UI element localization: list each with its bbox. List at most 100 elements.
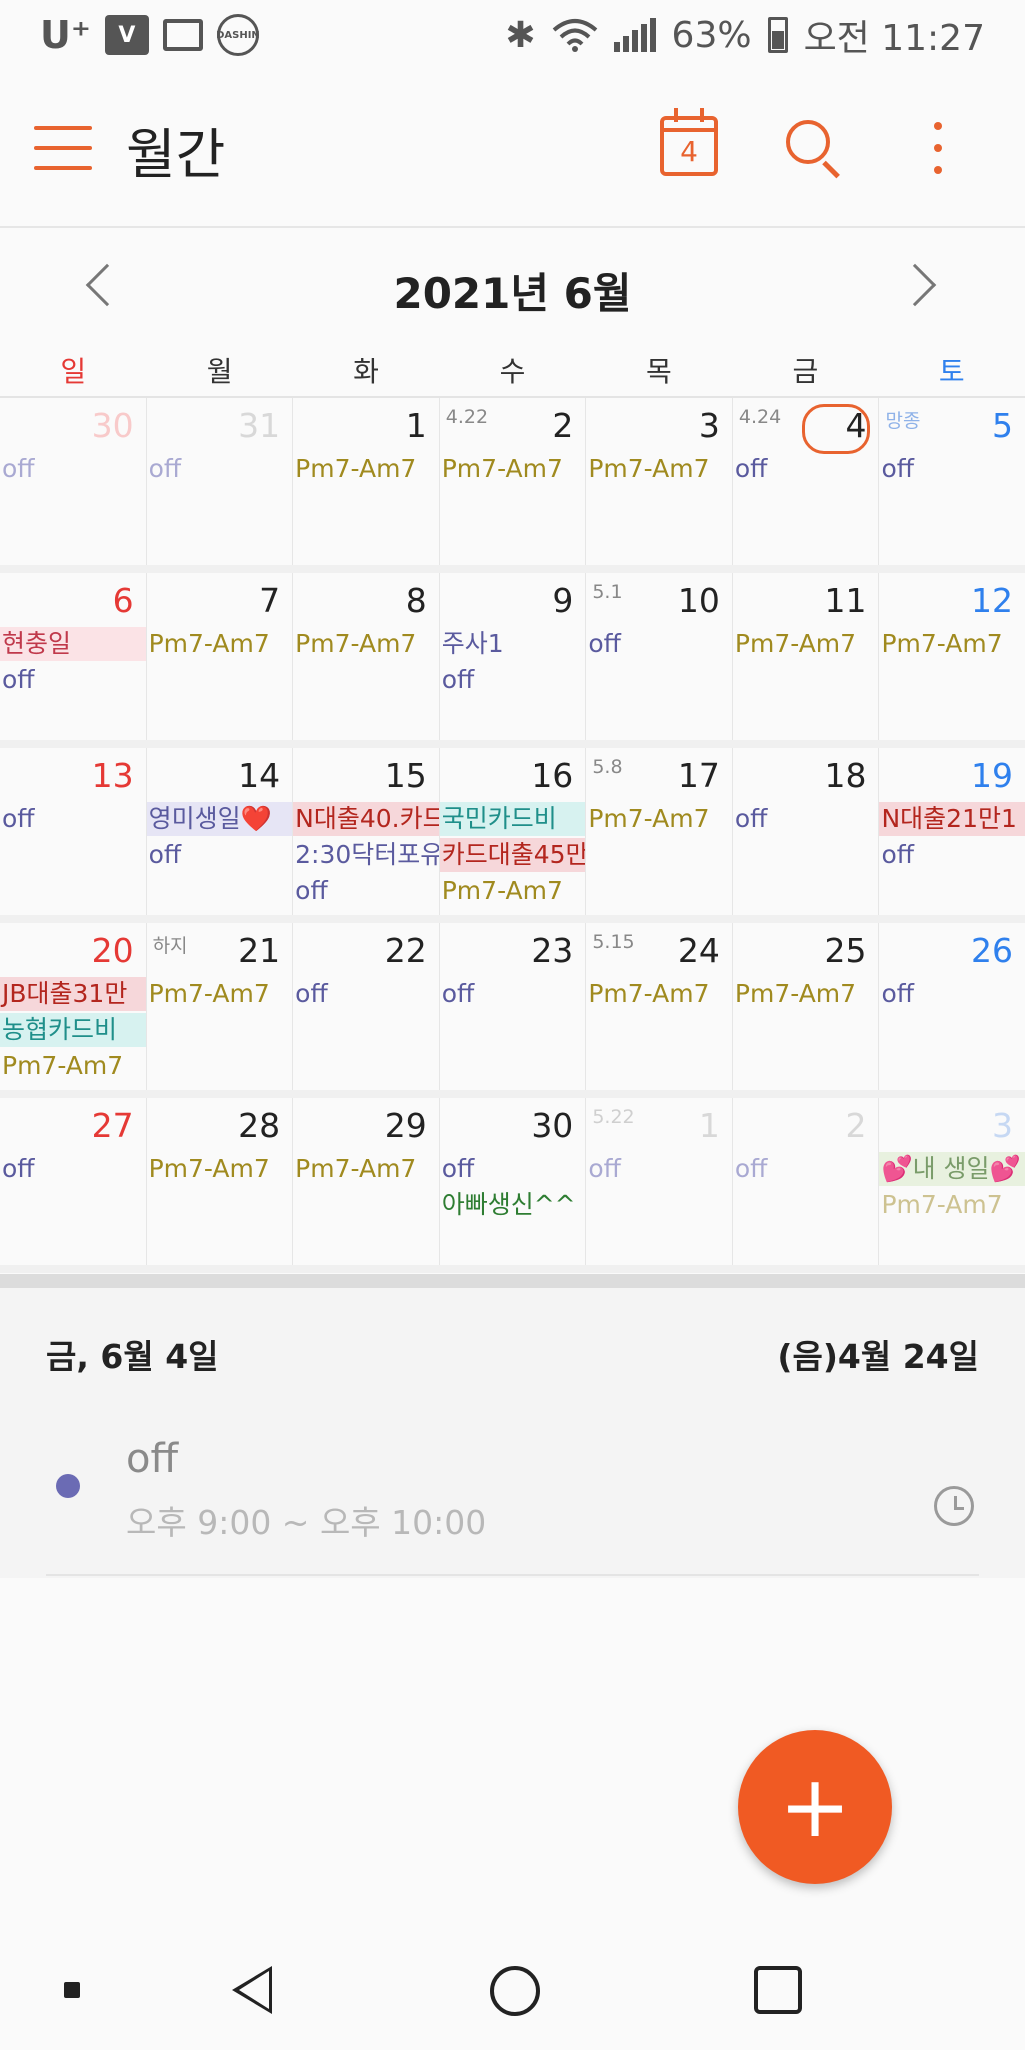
day-cell[interactable]: 26 off bbox=[879, 923, 1025, 1090]
event-chip: off bbox=[441, 979, 475, 1008]
day-cell[interactable]: 4.24 4 off bbox=[733, 398, 880, 565]
week-row: 6 현충일 off 7 Pm7-Am7 8 Pm7-Am7 9 주사1 off 5.1 10 off 11… bbox=[0, 573, 1025, 748]
day-events: Pm7-Am7 bbox=[293, 452, 439, 486]
day-cell[interactable]: 20 JB대출31만 농협카드비 Pm7-Am7 bbox=[0, 923, 147, 1090]
day-number: 18 bbox=[824, 756, 867, 795]
recent-apps-icon[interactable] bbox=[754, 1966, 802, 2014]
event-chip: Pm7-Am7 bbox=[588, 454, 710, 483]
event-chip: off bbox=[148, 840, 182, 869]
day-cell[interactable]: 4.22 2 Pm7-Am7 bbox=[440, 398, 587, 565]
day-number: 30 bbox=[531, 1106, 574, 1145]
calendar-today-icon[interactable]: 4 bbox=[660, 108, 718, 176]
menu-icon[interactable] bbox=[34, 126, 92, 170]
event-chip: Pm7-Am7 bbox=[588, 804, 710, 833]
event-time[interactable]: 오후 9:00 ~ 오후 10:00 bbox=[126, 1496, 486, 1544]
day-cell[interactable]: 6 현충일 off bbox=[0, 573, 147, 740]
weekday-label: 수 bbox=[499, 355, 526, 388]
day-cell[interactable]: 5.15 24 Pm7-Am7 bbox=[586, 923, 733, 1090]
day-cell[interactable]: 31 off bbox=[147, 398, 294, 565]
keyboard-dot-icon[interactable] bbox=[64, 1982, 80, 1998]
event-chip: 💕내 생일💕 bbox=[879, 1152, 1025, 1186]
day-cell[interactable]: 3 💕내 생일💕 Pm7-Am7 bbox=[879, 1098, 1025, 1265]
day-events: off bbox=[293, 977, 439, 1011]
day-cell[interactable]: 30 off bbox=[0, 398, 147, 565]
day-number: 11 bbox=[824, 581, 867, 620]
day-cell[interactable]: 3 Pm7-Am7 bbox=[586, 398, 733, 565]
event-chip: JB대출31만 bbox=[0, 977, 146, 1011]
day-cell[interactable]: 23 off bbox=[440, 923, 587, 1090]
day-cell[interactable]: 28 Pm7-Am7 bbox=[147, 1098, 294, 1265]
day-cell[interactable]: 8 Pm7-Am7 bbox=[293, 573, 440, 740]
day-cell[interactable]: 2 off bbox=[733, 1098, 880, 1265]
event-chip: off bbox=[295, 979, 328, 1008]
day-cell[interactable]: 22 off bbox=[293, 923, 440, 1090]
day-cell[interactable]: 19 N대출21만1 off bbox=[879, 748, 1025, 915]
more-icon[interactable] bbox=[930, 122, 946, 174]
event-chip: off bbox=[881, 979, 914, 1008]
day-cell[interactable]: 13 off bbox=[0, 748, 147, 915]
day-number: 19 bbox=[971, 756, 1014, 795]
divider bbox=[0, 1274, 1025, 1288]
day-number: 28 bbox=[238, 1106, 281, 1145]
carrier-label: U⁺ bbox=[40, 13, 91, 57]
weekday-header: 일 월 화 수 목 금 토 bbox=[0, 350, 1025, 398]
weekday-label: 금 bbox=[792, 355, 819, 388]
day-number: 21 bbox=[238, 931, 281, 970]
day-number: 6 bbox=[112, 581, 134, 620]
day-cell[interactable]: 11 Pm7-Am7 bbox=[733, 573, 880, 740]
event-chip: Pm7-Am7 bbox=[295, 1154, 417, 1183]
event-chip: off bbox=[588, 1154, 621, 1183]
month-title[interactable]: 2021년 6월 bbox=[0, 260, 1025, 321]
day-events: Pm7-Am7 bbox=[586, 802, 732, 836]
event-chip: Pm7-Am7 bbox=[295, 454, 417, 483]
event-chip: off bbox=[295, 876, 328, 905]
day-cell[interactable]: 5.8 17 Pm7-Am7 bbox=[586, 748, 733, 915]
alarm-icon bbox=[934, 1486, 974, 1526]
day-cell[interactable]: 18 off bbox=[733, 748, 880, 915]
week-row: 13 off 14 영미생일❤️ off 15 N대출40.카드 2:30닥터포유 off 16 국… bbox=[0, 748, 1025, 923]
event-chip: 카드대출45만 bbox=[439, 838, 586, 872]
day-events: Pm7-Am7 bbox=[586, 977, 732, 1011]
day-events: off bbox=[879, 977, 1025, 1011]
app-bar: 월간 4 bbox=[0, 70, 1025, 228]
week-row: 20 JB대출31만 농협카드비 Pm7-Am7 하지 21 Pm7-Am7 22 off 23 o… bbox=[0, 923, 1025, 1098]
home-icon[interactable] bbox=[490, 1966, 540, 2016]
day-number: 12 bbox=[971, 581, 1014, 620]
volte-icon: V bbox=[104, 15, 149, 55]
day-cell[interactable]: 9 주사1 off bbox=[440, 573, 587, 740]
day-cell[interactable]: 7 Pm7-Am7 bbox=[147, 573, 294, 740]
lunar-date: 5.8 bbox=[592, 756, 623, 778]
day-cell[interactable]: 16 국민카드비 카드대출45만 Pm7-Am7 bbox=[439, 748, 587, 915]
day-cell[interactable]: 1 Pm7-Am7 bbox=[293, 398, 440, 565]
day-events: Pm7-Am7 bbox=[147, 977, 293, 1011]
day-cell[interactable]: 29 Pm7-Am7 bbox=[293, 1098, 440, 1265]
lunar-date: 5.1 bbox=[592, 581, 623, 603]
day-cell[interactable]: 25 Pm7-Am7 bbox=[733, 923, 880, 1090]
day-cell[interactable]: 5.1 10 off bbox=[586, 573, 733, 740]
search-icon[interactable] bbox=[786, 120, 842, 179]
clock: 오전 11:27 bbox=[803, 18, 985, 59]
day-cell[interactable]: 5.22 1 off bbox=[586, 1098, 733, 1265]
event-chip: 현충일 bbox=[0, 627, 146, 661]
event-title[interactable]: off bbox=[126, 1436, 178, 1482]
day-cell[interactable]: 14 영미생일❤️ off bbox=[146, 748, 294, 915]
day-detail-panel: 금, 6월 4일 (음)4월 24일 off 오후 9:00 ~ 오후 10:0… bbox=[0, 1288, 1025, 1578]
day-cell[interactable]: 27 off bbox=[0, 1098, 147, 1265]
day-events: 영미생일❤️ off bbox=[146, 802, 293, 872]
weekday-label: 월 bbox=[206, 355, 233, 388]
event-chip: N대출21만1 bbox=[879, 802, 1025, 836]
add-event-button[interactable]: + bbox=[738, 1730, 892, 1884]
day-cell[interactable]: 망종 5 off bbox=[879, 398, 1025, 565]
event-chip: off bbox=[2, 804, 35, 833]
back-icon[interactable] bbox=[232, 1966, 272, 2014]
weekday-label: 목 bbox=[646, 355, 672, 388]
lunar-date: 하지 bbox=[152, 935, 188, 957]
event-chip: Pm7-Am7 bbox=[2, 1051, 124, 1080]
lunar-date: 4.22 bbox=[445, 406, 489, 428]
event-chip: Pm7-Am7 bbox=[441, 454, 563, 483]
day-cell[interactable]: 30 off 아빠생신^^ bbox=[440, 1098, 587, 1265]
lunar-date: 5.22 bbox=[592, 1106, 635, 1128]
day-cell[interactable]: 하지 21 Pm7-Am7 bbox=[147, 923, 294, 1090]
day-cell[interactable]: 15 N대출40.카드 2:30닥터포유 off bbox=[293, 748, 440, 915]
day-cell[interactable]: 12 Pm7-Am7 bbox=[879, 573, 1025, 740]
